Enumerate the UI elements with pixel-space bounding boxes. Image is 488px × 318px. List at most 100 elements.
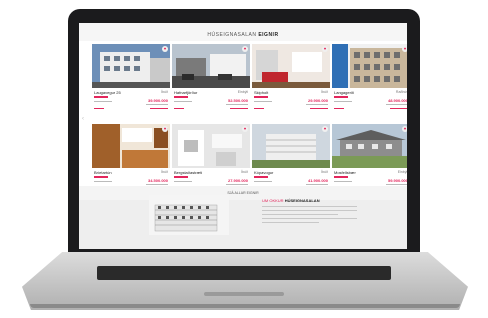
logo-light-text: HÚSEIGNASALAN — [207, 32, 257, 38]
listing-type: Íbúð — [241, 170, 248, 174]
listing-photo[interactable] — [172, 44, 250, 88]
listing-street: Hafnarfjörður — [174, 90, 198, 95]
about-heading: UM OKKUR HÚSEIGNASALAN — [262, 198, 320, 203]
site-header: HÚSEIGNASALAN EIGNIR — [79, 23, 407, 41]
listing-type: Íbúð — [321, 90, 328, 94]
accent-bar — [94, 96, 108, 98]
listing-street: Laugavegur 25 — [94, 90, 121, 95]
heart-icon[interactable]: ♥ — [402, 46, 407, 52]
listing-price: 29.900.000 — [307, 98, 328, 103]
detail-line — [334, 181, 352, 182]
listing-price: 34.500.000 — [147, 178, 168, 183]
detail-line — [94, 108, 104, 109]
listing-price: 59.900.000 — [387, 178, 407, 183]
listing-photo[interactable] — [92, 124, 170, 168]
detail-line — [226, 104, 248, 105]
detail-line — [386, 184, 407, 185]
listing-type: Einbýli — [397, 170, 407, 174]
heart-icon[interactable]: ♥ — [162, 46, 168, 52]
listing-price: 41.900.000 — [307, 178, 328, 183]
accent-bar — [254, 96, 268, 98]
listing-type: Íbúð — [321, 170, 328, 174]
detail-line — [390, 108, 407, 109]
listing-street: Skipholt — [254, 90, 269, 95]
about-heading-bold: HÚSEIGNASALAN — [284, 198, 320, 203]
laptop-front-edge — [30, 304, 460, 308]
listing-type: Íbúð — [161, 90, 168, 94]
heart-icon[interactable]: ♥ — [242, 126, 248, 132]
detail-line — [174, 101, 192, 102]
detail-line — [254, 108, 264, 109]
listing-street: Bríetartún — [94, 170, 112, 175]
accent-bar — [174, 176, 188, 178]
listing-photo[interactable] — [172, 124, 250, 168]
listing-photo[interactable] — [252, 124, 330, 168]
detail-line — [306, 104, 328, 105]
listing-grid: ♥ Laugavegur 25 Íbúð 39.900.000 ♥ Hafnarfjörð… — [92, 44, 407, 202]
detail-line — [254, 181, 272, 182]
accent-bar — [334, 176, 348, 178]
logo-bold-text: EIGNIR — [258, 32, 279, 38]
detail-line — [94, 101, 112, 102]
listing-card[interactable]: ♥ Laugavegur 25 Íbúð 39.900.000 — [92, 44, 170, 122]
listing-photo[interactable] — [92, 44, 170, 88]
listing-photo[interactable] — [252, 44, 330, 88]
about-heading-light: UM OKKUR — [262, 198, 284, 203]
laptop-mockup: HÚSEIGNASALAN EIGNIR ‹ › ♥Laugavegur 25Í… — [0, 0, 488, 318]
laptop-base — [22, 252, 468, 310]
listing-meta: Laugavegur 25 Íbúð 39.900.000 — [94, 90, 168, 120]
heart-icon[interactable]: ♥ — [242, 46, 248, 52]
listing-meta: Skipholt Íbúð 29.900.000 — [254, 90, 328, 120]
about-section: UM OKKUR HÚSEIGNASALAN — [79, 195, 407, 249]
heart-icon[interactable]: ♥ — [162, 126, 168, 132]
accent-bar — [334, 96, 348, 98]
see-all-button[interactable]: SJÁ ALLAR EIGNIR — [79, 186, 407, 200]
detail-line — [226, 184, 248, 185]
site-logo[interactable]: HÚSEIGNASALAN EIGNIR — [207, 32, 278, 38]
listing-type: Íbúð — [161, 170, 168, 174]
listing-type: Einbýli — [237, 90, 248, 94]
carousel-prev-arrow[interactable]: ‹ — [82, 114, 88, 124]
accent-bar — [254, 176, 268, 178]
detail-line — [310, 108, 328, 109]
detail-line — [146, 104, 168, 105]
detail-line — [146, 184, 168, 185]
heart-icon[interactable]: ♥ — [322, 126, 328, 132]
detail-line — [94, 181, 112, 182]
see-all-label: SJÁ ALLAR EIGNIR — [227, 191, 259, 195]
detail-line — [150, 108, 168, 109]
listing-street: Langagerði — [334, 90, 355, 95]
detail-line — [334, 108, 344, 109]
listing-street: Bergstaðastræti — [174, 170, 203, 175]
listing-meta: Hafnarfjörður Einbýli 52.500.000 — [174, 90, 248, 120]
detail-line — [254, 101, 272, 102]
detail-line — [334, 101, 352, 102]
listing-price: 27.900.000 — [227, 178, 248, 183]
listing-meta: Langagerði Raðhús 48.900.000 — [334, 90, 407, 120]
listing-card[interactable]: ♥ Skipholt Íbúð 29.900.000 — [252, 44, 330, 122]
listing-card[interactable]: ♥ Langagerði Raðhús 48.900.000 — [332, 44, 407, 122]
listing-card[interactable]: ♥ Hafnarfjörður Einbýli 52.500.000 — [172, 44, 250, 122]
featured-building-image — [149, 195, 229, 235]
listing-street: Mosfellsbær — [334, 170, 356, 175]
heart-icon[interactable]: ♥ — [402, 126, 407, 132]
listing-price: 39.900.000 — [147, 98, 168, 103]
detail-line — [174, 181, 192, 182]
detail-line — [174, 108, 184, 109]
heart-icon[interactable]: ♥ — [322, 46, 328, 52]
listing-street: Kópavogur — [254, 170, 274, 175]
detail-line — [306, 184, 328, 185]
detail-line — [386, 104, 407, 105]
listing-photo[interactable] — [332, 124, 407, 168]
accent-bar — [94, 176, 108, 178]
laptop-keyboard — [97, 266, 391, 280]
listing-price: 52.500.000 — [227, 98, 248, 103]
about-text-placeholder — [262, 206, 357, 226]
laptop-trackpad-notch — [204, 292, 284, 296]
laptop-screen: HÚSEIGNASALAN EIGNIR ‹ › ♥Laugavegur 25Í… — [79, 23, 407, 249]
listing-photo[interactable] — [332, 44, 407, 88]
listing-price: 48.900.000 — [387, 98, 407, 103]
detail-line — [230, 108, 248, 109]
listing-type: Raðhús — [395, 90, 407, 94]
accent-bar — [174, 96, 188, 98]
